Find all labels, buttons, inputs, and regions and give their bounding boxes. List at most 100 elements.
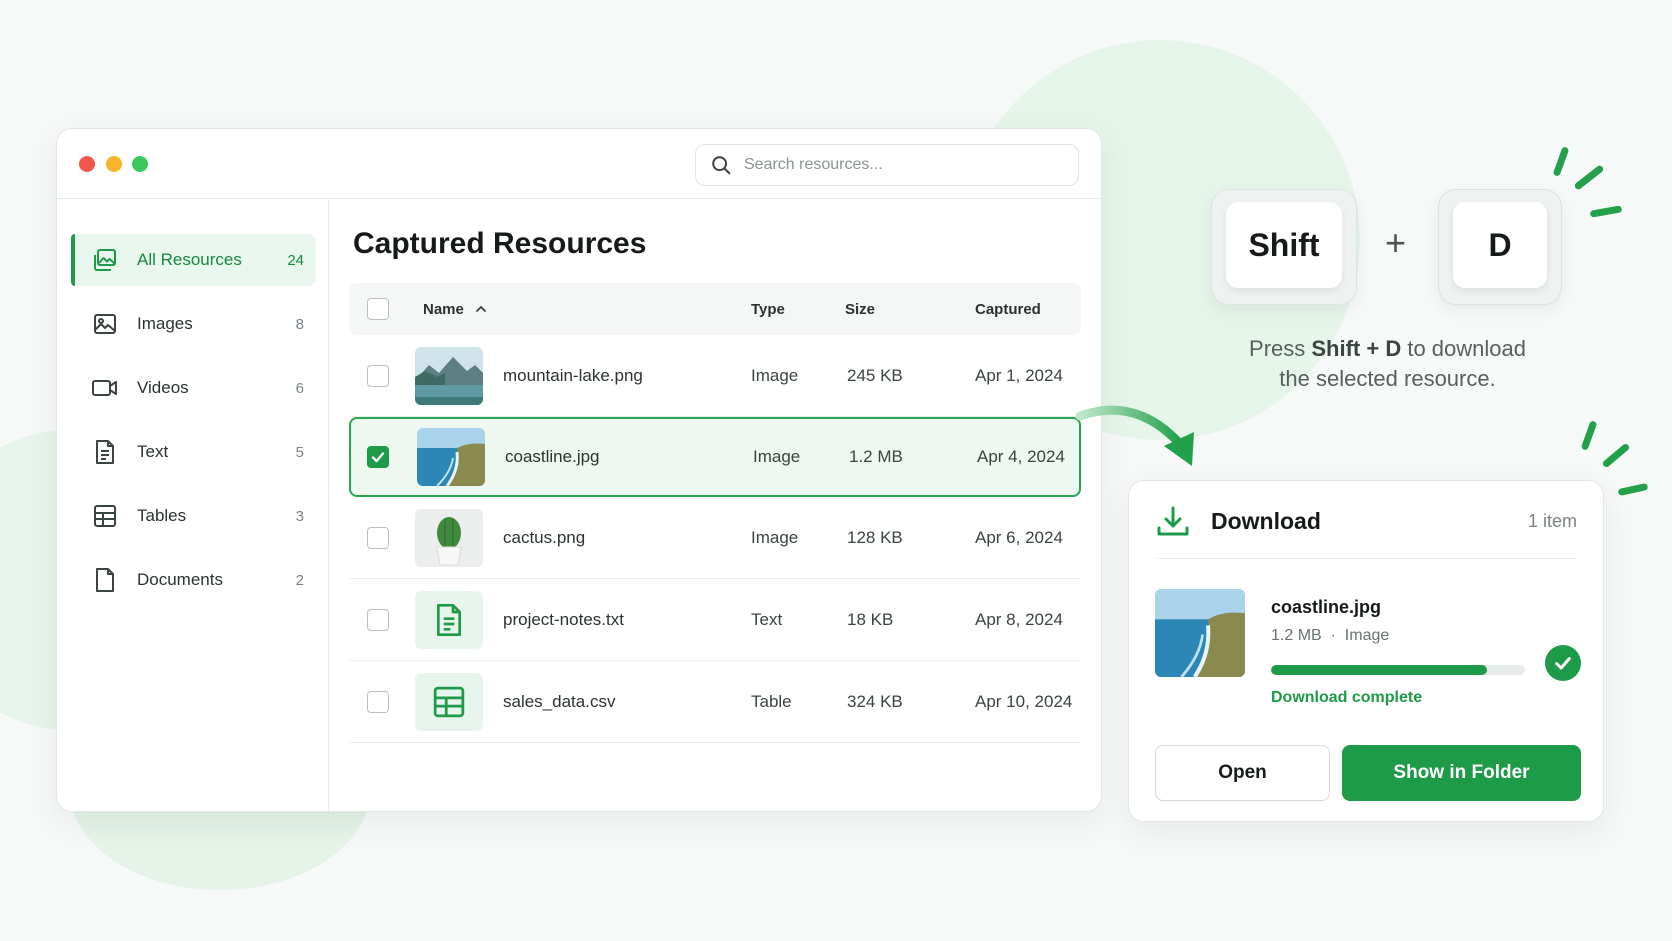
sidebar-item-count: 6 bbox=[295, 379, 304, 397]
sidebar-item-label: Documents bbox=[137, 570, 223, 589]
sidebar-item-label: Videos bbox=[137, 378, 189, 397]
file-captured-date: Apr 10, 2024 bbox=[975, 691, 1073, 711]
sidebar-item-documents[interactable]: Documents 2 bbox=[71, 554, 316, 606]
row-checkbox[interactable] bbox=[367, 608, 389, 631]
download-file-meta: 1.2 MB · Image bbox=[1271, 627, 1389, 645]
mountain-lake-thumbnail bbox=[415, 346, 483, 405]
row-checkbox-checked[interactable] bbox=[367, 446, 389, 468]
table-row[interactable]: project-notes.txt Text 18 KB Apr 8, 2024 bbox=[349, 579, 1081, 661]
sidebar-item-count: 5 bbox=[295, 443, 304, 461]
download-card: Download 1 item coastline.jpg 1.2 MB · I… bbox=[1128, 480, 1604, 822]
shift-key: Shift bbox=[1211, 189, 1357, 305]
table-icon bbox=[415, 672, 483, 731]
document-icon bbox=[91, 566, 119, 594]
file-captured-date: Apr 4, 2024 bbox=[977, 447, 1065, 466]
download-title: Download bbox=[1211, 508, 1321, 534]
hint-keys: Shift + D bbox=[1311, 336, 1402, 361]
file-captured-date: Apr 6, 2024 bbox=[975, 527, 1063, 547]
sidebar-item-label: Tables bbox=[137, 506, 187, 525]
table-row[interactable]: sales_data.csv Table 324 KB Apr 10, 2024 bbox=[349, 661, 1081, 743]
column-header-size[interactable]: Size bbox=[845, 301, 975, 318]
d-key: D bbox=[1438, 189, 1562, 305]
file-captured-date: Apr 1, 2024 bbox=[975, 365, 1063, 385]
sidebar-item-label: Text bbox=[137, 442, 169, 461]
plus-sign: + bbox=[1385, 222, 1407, 263]
download-header: Download 1 item bbox=[1155, 505, 1577, 559]
column-header-label: Name bbox=[423, 300, 464, 318]
file-type: Image bbox=[751, 365, 799, 385]
table-row[interactable]: cactus.png Image 128 KB Apr 6, 2024 bbox=[349, 497, 1081, 579]
main-panel: Captured Resources Name Type Size Captur… bbox=[329, 199, 1101, 811]
row-checkbox[interactable] bbox=[367, 526, 389, 549]
file-type: Table bbox=[751, 691, 792, 711]
download-file-type: Image bbox=[1344, 627, 1390, 644]
file-size: 18 KB bbox=[847, 609, 894, 629]
minimize-window-button[interactable] bbox=[106, 156, 122, 172]
image-icon bbox=[91, 310, 119, 338]
file-size: 245 KB bbox=[847, 365, 903, 385]
download-file-size: 1.2 MB bbox=[1271, 627, 1322, 644]
sparkle-decoration bbox=[1589, 205, 1623, 218]
sidebar-item-videos[interactable]: Videos 6 bbox=[71, 362, 316, 414]
table-header: Name Type Size Captured bbox=[349, 283, 1081, 335]
page-title: Captured Resources bbox=[353, 227, 647, 260]
open-button[interactable]: Open bbox=[1155, 745, 1330, 801]
row-checkbox[interactable] bbox=[367, 364, 389, 387]
search-icon bbox=[712, 156, 731, 175]
sparkle-decoration bbox=[1552, 146, 1570, 177]
sidebar-item-label: Images bbox=[137, 314, 193, 333]
close-window-button[interactable] bbox=[79, 156, 95, 172]
sidebar-item-tables[interactable]: Tables 3 bbox=[71, 490, 316, 542]
sidebar: All Resources 24 Images 8 Videos 6 Text … bbox=[57, 199, 329, 811]
file-type: Image bbox=[753, 447, 801, 466]
sparkle-decoration bbox=[1580, 420, 1598, 451]
hint-text: to download bbox=[1401, 336, 1526, 361]
title-bar bbox=[57, 129, 1101, 199]
sidebar-item-count: 8 bbox=[295, 315, 304, 333]
file-type: Image bbox=[751, 527, 799, 547]
sidebar-item-images[interactable]: Images 8 bbox=[71, 298, 316, 350]
search-box[interactable] bbox=[695, 144, 1079, 186]
file-name: project-notes.txt bbox=[503, 609, 624, 629]
video-icon bbox=[91, 374, 119, 402]
column-header-type[interactable]: Type bbox=[751, 301, 845, 318]
download-progress-fill bbox=[1271, 665, 1487, 675]
coastline-thumbnail bbox=[1155, 589, 1245, 677]
curved-arrow-icon bbox=[1076, 405, 1194, 466]
download-icon bbox=[1157, 506, 1189, 535]
sidebar-item-all-resources[interactable]: All Resources 24 bbox=[71, 234, 316, 286]
file-name: sales_data.csv bbox=[503, 691, 616, 711]
download-progress-bar bbox=[1271, 665, 1525, 675]
column-header-name[interactable]: Name bbox=[415, 301, 751, 318]
sparkle-decoration bbox=[1601, 442, 1631, 469]
checkmark-icon bbox=[371, 452, 385, 463]
file-size: 324 KB bbox=[847, 691, 903, 711]
shortcut-hint: Press Shift + D to download the selected… bbox=[1210, 334, 1565, 394]
row-checkbox[interactable] bbox=[367, 690, 389, 713]
check-circle-icon bbox=[1545, 645, 1581, 681]
file-type: Text bbox=[751, 609, 783, 629]
table-row-selected[interactable]: coastline.jpg Image 1.2 MB Apr 4, 2024 bbox=[349, 417, 1081, 497]
select-all-checkbox[interactable] bbox=[367, 298, 389, 320]
file-name: coastline.jpg bbox=[505, 447, 600, 466]
download-status: Download complete bbox=[1271, 689, 1423, 706]
text-file-icon bbox=[91, 438, 119, 466]
table-row[interactable]: mountain-lake.png Image 245 KB Apr 1, 20… bbox=[349, 335, 1081, 417]
gallery-icon bbox=[91, 246, 119, 274]
maximize-window-button[interactable] bbox=[132, 156, 148, 172]
sparkle-decoration bbox=[1573, 164, 1605, 191]
sidebar-item-count: 2 bbox=[295, 571, 304, 589]
text-file-icon bbox=[415, 590, 483, 649]
shift-key-label: Shift bbox=[1226, 202, 1342, 288]
download-file-name: coastline.jpg bbox=[1271, 597, 1382, 617]
coastline-thumbnail bbox=[417, 428, 485, 486]
column-header-captured[interactable]: Captured bbox=[975, 301, 1081, 318]
meta-separator: · bbox=[1330, 627, 1336, 644]
file-size: 128 KB bbox=[847, 527, 903, 547]
sidebar-item-text[interactable]: Text 5 bbox=[71, 426, 316, 478]
sidebar-item-count: 3 bbox=[295, 507, 304, 525]
search-input[interactable] bbox=[744, 156, 1064, 174]
sidebar-item-label: All Resources bbox=[137, 250, 242, 269]
file-size: 1.2 MB bbox=[849, 447, 903, 466]
show-in-folder-button[interactable]: Show in Folder bbox=[1342, 745, 1581, 801]
